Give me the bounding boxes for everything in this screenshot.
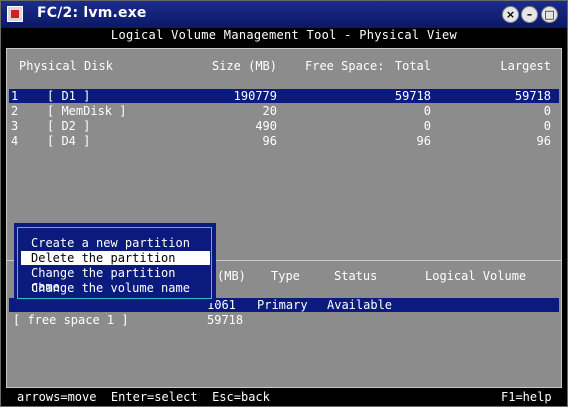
terminal-window: FC/2: lvm.exe × – □ Logical Volume Manag… [0, 0, 568, 407]
menu-item[interactable]: Create a new partition [21, 236, 210, 250]
col-largest: Largest [500, 59, 551, 73]
menu-item[interactable]: Change the partition name [21, 266, 210, 294]
table-row[interactable]: 4 [ D4 ] 96 96 96 [7, 134, 559, 148]
help-hint: F1=help [501, 390, 552, 404]
key-hints: arrows=move Enter=select Esc=back [17, 390, 270, 404]
app-icon[interactable] [7, 6, 23, 22]
col-partition-size: (MB) [217, 269, 246, 283]
disk-free-largest: 59718 [514, 89, 551, 103]
col-logical-volume: Logical Volume [425, 269, 527, 283]
col-type: Type [271, 269, 300, 283]
context-menu: Create a new partition Delete the partiti… [14, 223, 216, 303]
menu-item[interactable]: Change the volume name [21, 281, 210, 295]
disk-size: 20 [262, 104, 277, 118]
disk-name: [ D2 ] [47, 119, 91, 133]
window-title: FC/2: lvm.exe [37, 5, 147, 21]
console-area: Logical Volume Management Tool - Physica… [3, 28, 565, 388]
disk-free-largest: 96 [536, 134, 551, 148]
view-header: Logical Volume Management Tool - Physica… [110, 28, 458, 42]
disk-free-total: 0 [423, 104, 431, 118]
table-row[interactable]: [ free space 1 ] 59718 [7, 313, 559, 327]
partition-status: Available [327, 298, 393, 312]
table-row[interactable]: 2 [ MemDisk ] 20 0 0 [7, 104, 559, 118]
table-row[interactable]: 1 [ D1 ] 190779 59718 59718 [7, 89, 559, 103]
context-menu-frame: Create a new partition Delete the partiti… [17, 227, 212, 299]
maximize-icon[interactable]: □ [541, 6, 558, 23]
row-number: 4 [11, 134, 19, 148]
disk-size: 490 [255, 119, 277, 133]
col-total: Total [394, 59, 431, 73]
col-size: Size (MB) [211, 59, 277, 73]
row-number: 1 [11, 89, 19, 103]
partition-type: Primary [257, 298, 308, 312]
col-status: Status [334, 269, 378, 283]
disk-size: 190779 [233, 89, 277, 103]
disk-name: [ D4 ] [47, 134, 91, 148]
table-row[interactable]: 3 [ D2 ] 490 0 0 [7, 119, 559, 133]
disk-size: 96 [262, 134, 277, 148]
disk-name: [ D1 ] [47, 89, 91, 103]
disk-free-total: 59718 [394, 89, 431, 103]
partition-name: [ free space 1 ] [13, 313, 129, 327]
disk-free-largest: 0 [543, 119, 551, 133]
minimize-icon[interactable]: – [521, 6, 538, 23]
disk-name: [ MemDisk ] [47, 104, 127, 118]
col-physical-disk: Physical Disk [19, 59, 113, 73]
disk-free-total: 0 [423, 119, 431, 133]
menu-item[interactable]: Delete the partition [21, 251, 210, 265]
partition-size: 59718 [207, 313, 244, 327]
row-number: 2 [11, 104, 19, 118]
disk-free-total: 96 [416, 134, 431, 148]
row-number: 3 [11, 119, 19, 133]
title-bar[interactable]: FC/2: lvm.exe × – □ [1, 1, 567, 28]
disk-free-largest: 0 [543, 104, 551, 118]
status-bar: arrows=move Enter=select Esc=back F1=hel… [1, 388, 567, 406]
close-icon[interactable]: × [502, 6, 519, 23]
